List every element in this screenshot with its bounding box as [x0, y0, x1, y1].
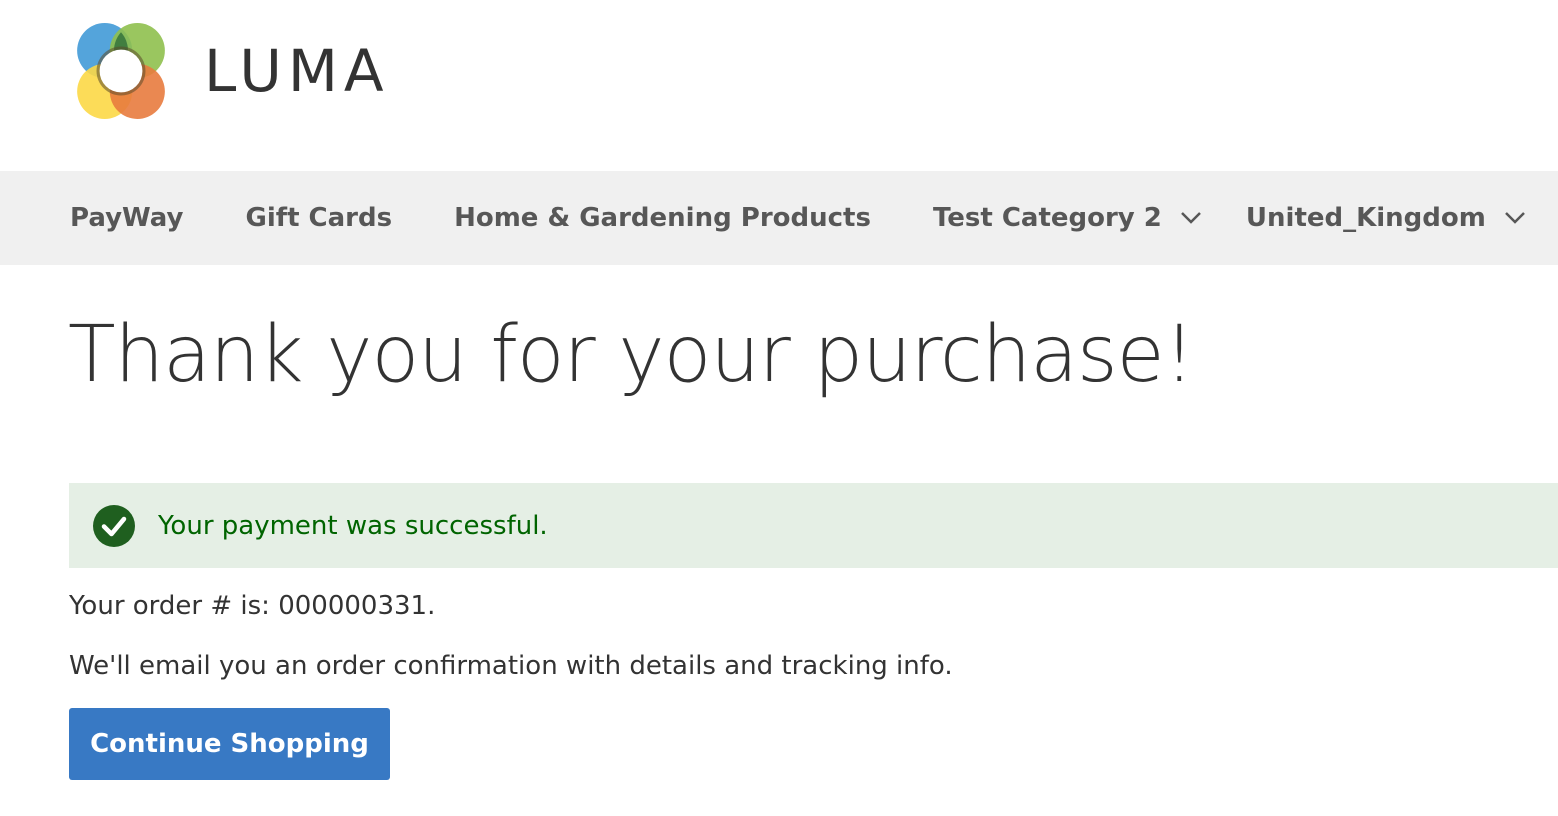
nav-item-united-kingdom[interactable]: United_Kingdom [1246, 203, 1526, 233]
page-header: LUMA [0, 0, 1558, 171]
main-navigation: PayWay Gift Cards Home & Gardening Produ… [0, 171, 1558, 265]
nav-item-home-gardening-products[interactable]: Home & Gardening Products [454, 203, 871, 233]
nav-item-payway[interactable]: PayWay [70, 203, 184, 233]
continue-shopping-button[interactable]: Continue Shopping [69, 708, 390, 780]
nav-list: PayWay Gift Cards Home & Gardening Produ… [0, 171, 1558, 265]
email-confirmation-text: We'll email you an order confirmation wi… [69, 651, 953, 681]
nav-item-label: Home & Gardening Products [454, 203, 871, 233]
page-title: Thank you for your purchase! [68, 310, 1195, 400]
success-message: Your payment was successful. [69, 483, 1558, 568]
chevron-down-icon[interactable] [1180, 211, 1202, 225]
luma-logo-link[interactable]: LUMA [70, 20, 390, 122]
luma-logo-text: LUMA [204, 37, 390, 105]
nav-item-test-category-2[interactable]: Test Category 2 [933, 203, 1202, 233]
nav-item-gift-cards[interactable]: Gift Cards [246, 203, 393, 233]
nav-item-label: Gift Cards [245, 203, 393, 233]
order-number-text: Your order # is: 000000331. [69, 591, 436, 621]
nav-item-label: Test Category 2 [932, 203, 1162, 233]
luma-logo-icon [77, 23, 165, 119]
chevron-down-icon[interactable] [1504, 211, 1526, 225]
success-message-text: Your payment was successful. [158, 510, 548, 541]
nav-item-label: PayWay [70, 203, 184, 233]
check-circle-icon [93, 504, 135, 547]
nav-item-label: United_Kingdom [1245, 203, 1486, 233]
